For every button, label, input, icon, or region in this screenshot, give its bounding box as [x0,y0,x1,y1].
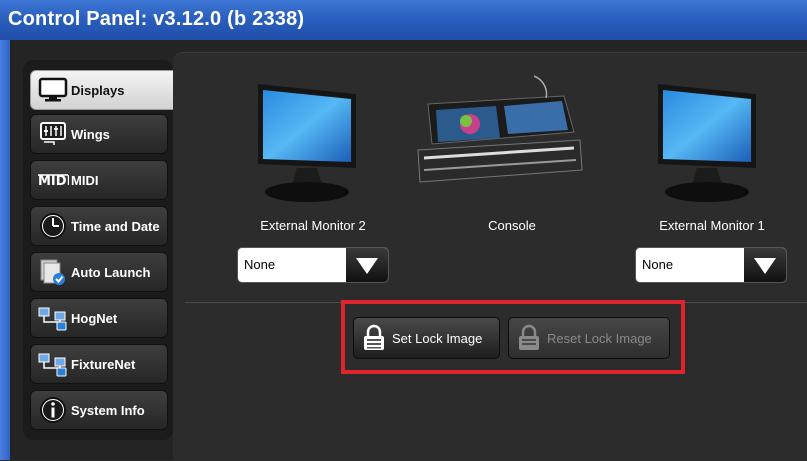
svg-text:MIDI: MIDI [38,174,69,188]
network-icon [35,302,71,334]
dropdown-value: None [244,257,276,272]
clock-icon [35,210,71,242]
external-monitor-1-label: External Monitor 1 [659,218,765,233]
tab-label: System Info [71,402,145,418]
console-image [414,74,584,199]
tab-time-and-date[interactable]: Time and Date [30,206,168,246]
monitor-icon [35,74,71,106]
tab-system-info[interactable]: System Info [30,390,168,430]
tab-midi[interactable]: MIDI MIDI [30,160,168,200]
tab-label: Auto Launch [71,264,151,280]
external-monitor-2-image [252,80,362,215]
console-label: Console [488,218,536,233]
external-monitor-1-dropdown[interactable]: None [635,247,787,283]
tab-label: Wings [71,126,110,142]
external-monitor-1-image [652,80,762,215]
chevron-down-icon[interactable] [346,248,388,282]
tab-wings[interactable]: Wings [30,114,168,154]
tab-label: MIDI [71,172,99,188]
tab-hognet[interactable]: HogNet [30,298,168,338]
chevron-down-icon[interactable] [744,248,786,282]
tab-auto-launch[interactable]: Auto Launch [30,252,168,292]
tab-label: Time and Date [71,218,160,234]
title-bar[interactable]: Control Panel: v3.12.0 (b 2338) [0,0,807,41]
auto-launch-icon [35,256,71,288]
tab-label: FixtureNet [71,356,136,372]
info-icon [35,394,71,426]
highlight-box [341,300,685,374]
tab-label: Displays [71,82,125,98]
window-border [0,40,10,460]
wing-faders-icon [35,118,71,150]
dropdown-value: None [642,257,674,272]
midi-icon: MIDI [35,164,71,196]
tab-displays[interactable]: Displays [30,70,182,110]
network-icon [35,348,71,380]
tab-label: HogNet [71,310,118,326]
tab-fixturenet[interactable]: FixtureNet [30,344,168,384]
external-monitor-2-dropdown[interactable]: None [237,247,389,283]
window-title: Control Panel: v3.12.0 (b 2338) [8,8,305,30]
external-monitor-2-label: External Monitor 2 [260,218,366,233]
control-panel-window: Control Panel: v3.12.0 (b 2338) Displays… [0,0,807,461]
